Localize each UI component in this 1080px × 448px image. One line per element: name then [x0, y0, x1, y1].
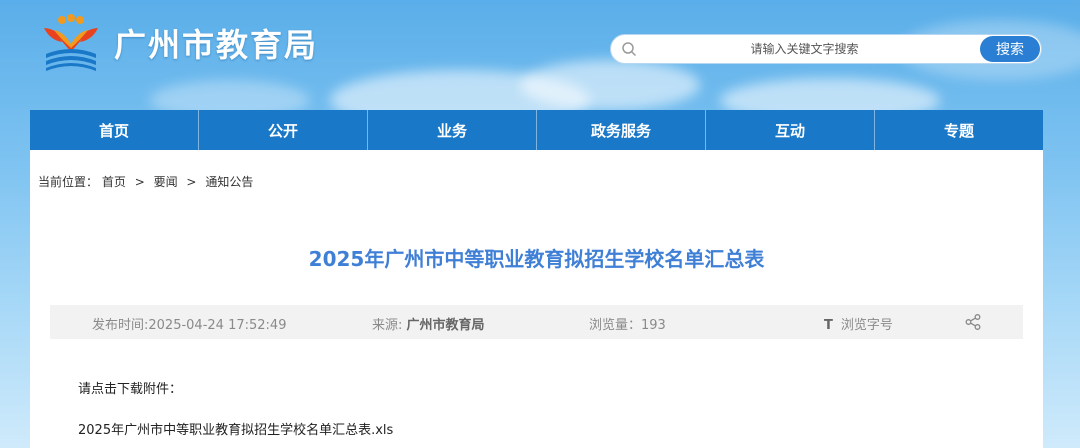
share-icon[interactable]	[964, 313, 982, 331]
breadcrumb-separator: >	[186, 175, 197, 189]
publish-time: 发布时间:2025-04-24 17:52:49	[92, 314, 286, 333]
breadcrumb-home[interactable]: 首页	[102, 175, 126, 189]
nav-item-interaction[interactable]: 互动	[706, 110, 875, 150]
attachment-link[interactable]: 2025年广州市中等职业教育拟招生学校名单汇总表.xls	[78, 419, 393, 438]
breadcrumb-news[interactable]: 要闻	[154, 175, 178, 189]
education-emblem-icon	[44, 14, 98, 71]
nav-item-business[interactable]: 业务	[368, 110, 537, 150]
source-value: 广州市教育局	[406, 318, 485, 333]
publish-time-label: 发布时间:	[92, 318, 149, 333]
article-meta-bar: 发布时间:2025-04-24 17:52:49 来源: 广州市教育局 浏览量：…	[50, 305, 1023, 339]
view-count: 浏览量：193	[589, 314, 666, 333]
font-size-icon: T	[824, 318, 833, 333]
breadcrumb-notices[interactable]: 通知公告	[205, 175, 253, 189]
site-logo[interactable]: 广州市教育局	[40, 14, 318, 72]
nav-item-gov-services[interactable]: 政务服务	[537, 110, 706, 150]
breadcrumb: 当前位置： 首页 > 要闻 > 通知公告	[38, 173, 253, 190]
breadcrumb-prefix: 当前位置：	[38, 175, 99, 189]
font-size-label: 浏览字号	[840, 318, 893, 333]
nav-item-public[interactable]: 公开	[199, 110, 368, 150]
site-header: 广州市教育局 搜索	[0, 0, 1080, 110]
views-value: 193	[641, 318, 666, 333]
attachment-prompt: 请点击下载附件：	[78, 382, 183, 397]
breadcrumb-separator: >	[134, 175, 145, 189]
search-input[interactable]	[637, 41, 972, 57]
views-label: 浏览量：	[589, 318, 642, 333]
source-label: 来源:	[372, 318, 403, 333]
font-size-button[interactable]: T 浏览字号	[824, 314, 893, 333]
search-bar: 搜索	[610, 34, 1042, 64]
site-title: 广州市教育局	[114, 26, 319, 64]
nav-item-home[interactable]: 首页	[30, 110, 199, 150]
search-icon	[622, 42, 637, 57]
article-source: 来源: 广州市教育局	[372, 314, 485, 333]
search-button[interactable]: 搜索	[980, 36, 1040, 62]
article-panel: 当前位置： 首页 > 要闻 > 通知公告 2025年广州市中等职业教育拟招生学校…	[30, 150, 1043, 448]
publish-time-value: 2025-04-24 17:52:49	[148, 318, 287, 333]
main-nav: 首页 公开 业务 政务服务 互动 专题	[30, 110, 1043, 150]
article-title: 2025年广州市中等职业教育拟招生学校名单汇总表	[308, 247, 765, 271]
nav-item-topics[interactable]: 专题	[875, 110, 1043, 150]
